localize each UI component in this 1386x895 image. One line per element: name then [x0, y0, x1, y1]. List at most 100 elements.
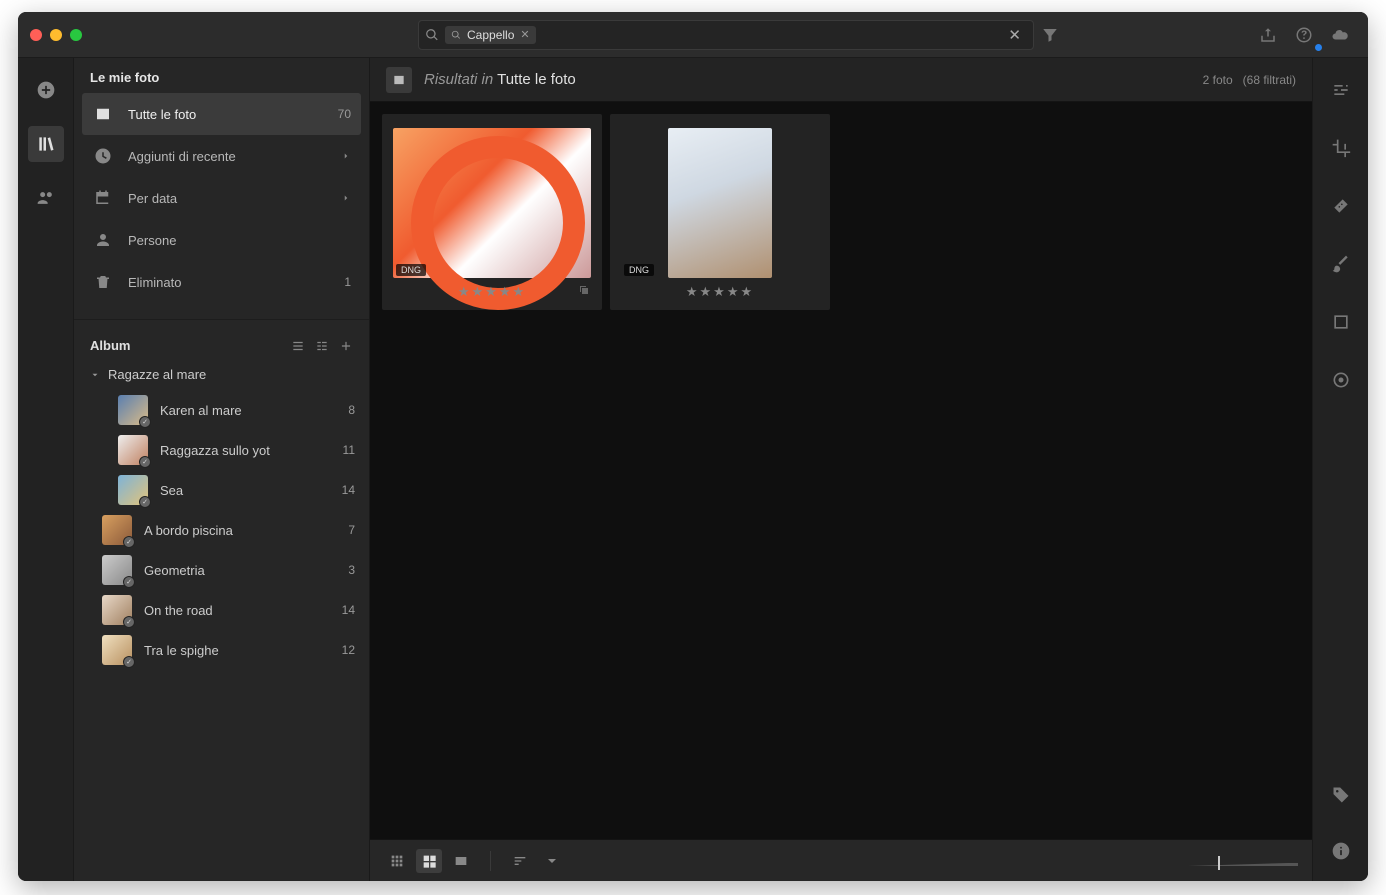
album-thumb: [118, 475, 148, 505]
synced-icon: [123, 656, 135, 668]
grid-large-icon: [421, 853, 437, 869]
sidebar: Le mie foto Tutte le foto 70 Aggiunti di…: [74, 58, 370, 881]
trash-icon: [94, 273, 112, 291]
album-item[interactable]: On the road 14: [74, 590, 369, 630]
album-label: Geometria: [144, 563, 205, 578]
list-view-icon[interactable]: [291, 339, 305, 353]
shared-tab[interactable]: [28, 180, 64, 216]
album-label: A bordo piscina: [144, 523, 233, 538]
people-icon: [36, 188, 56, 208]
format-badge: DNG: [624, 264, 654, 276]
close-window-button[interactable]: [30, 29, 42, 41]
album-item[interactable]: Raggazza sullo yot 11: [74, 430, 369, 470]
photos-icon: [94, 105, 112, 123]
album-thumb: [102, 595, 132, 625]
album-thumb: [118, 435, 148, 465]
nav-all-photos[interactable]: Tutte le foto 70: [82, 93, 361, 135]
divider: [74, 319, 369, 320]
right-rail: [1312, 58, 1368, 881]
photo-thumbnail: DNG: [620, 126, 820, 280]
left-rail: [18, 58, 74, 881]
brush-icon: [1331, 254, 1351, 274]
nav-label: Eliminato: [128, 275, 181, 290]
nav-label: Aggiunti di recente: [128, 149, 236, 164]
maximize-window-button[interactable]: [70, 29, 82, 41]
album-item[interactable]: Sea 14: [74, 470, 369, 510]
sidebar-title: Le mie foto: [74, 58, 369, 93]
synced-icon: [139, 496, 151, 508]
results-header: Risultati in Tutte le foto 2 foto (68 fi…: [370, 58, 1312, 102]
crop-panel-button[interactable]: [1323, 130, 1359, 166]
results-scope: Tutte le foto: [497, 71, 576, 88]
info-icon: [1331, 841, 1351, 861]
rating-stars[interactable]: ★★★★★: [686, 284, 754, 300]
nav-deleted[interactable]: Eliminato 1: [82, 261, 361, 303]
synced-icon: [139, 456, 151, 468]
synced-icon: [139, 416, 151, 428]
share-icon: [1259, 26, 1277, 44]
album-item[interactable]: A bordo piscina 7: [74, 510, 369, 550]
sort-icon: [512, 853, 528, 869]
album-folder[interactable]: Ragazze al mare: [74, 359, 369, 390]
view-squaregrid-button[interactable]: [416, 849, 442, 873]
album-count: 11: [343, 443, 355, 457]
album-item[interactable]: Geometria 3: [74, 550, 369, 590]
results-meta: 2 foto (68 filtrati): [1203, 73, 1296, 87]
main-panel: Risultati in Tutte le foto 2 foto (68 fi…: [370, 58, 1312, 881]
photo-card[interactable]: DNG ★★★★★: [382, 114, 602, 310]
library-icon: [36, 134, 56, 154]
album-label: Karen al mare: [160, 403, 242, 418]
album-count: 12: [342, 643, 355, 657]
results-prefix: Risultati in: [424, 71, 493, 88]
synced-icon: [123, 616, 135, 628]
nav-recent[interactable]: Aggiunti di recente: [82, 135, 361, 177]
filter-button[interactable]: [1034, 20, 1066, 50]
photo-thumbnail: DNG: [392, 126, 592, 280]
view-detail-button[interactable]: [448, 849, 474, 873]
clock-icon: [94, 147, 112, 165]
add-album-icon[interactable]: [339, 339, 353, 353]
rating-stars[interactable]: ★★★★★: [458, 284, 526, 300]
healing-panel-button[interactable]: [1323, 188, 1359, 224]
app-window: Cappello ✕ ✕: [18, 12, 1368, 881]
search-tag-pill[interactable]: Cappello ✕: [445, 26, 536, 44]
window-controls: [30, 29, 82, 41]
nav-label: Persone: [128, 233, 176, 248]
chevron-down-icon: [544, 853, 560, 869]
add-photos-button[interactable]: [28, 72, 64, 108]
album-item[interactable]: Tra le spighe 12: [74, 630, 369, 670]
remove-tag-icon[interactable]: ✕: [520, 28, 529, 41]
plus-circle-icon: [36, 80, 56, 100]
album-count: 14: [342, 603, 355, 617]
search-tag-label: Cappello: [467, 28, 514, 42]
brush-panel-button[interactable]: [1323, 246, 1359, 282]
nav-people[interactable]: Persone: [82, 219, 361, 261]
edit-panel-button[interactable]: [1323, 72, 1359, 108]
radial-gradient-button[interactable]: [1323, 362, 1359, 398]
info-button[interactable]: [1323, 833, 1359, 869]
linear-gradient-button[interactable]: [1323, 304, 1359, 340]
minimize-window-button[interactable]: [50, 29, 62, 41]
help-button[interactable]: [1288, 20, 1320, 50]
detail-view-icon[interactable]: [315, 339, 329, 353]
grid-small-icon: [389, 853, 405, 869]
nav-by-date[interactable]: Per data: [82, 177, 361, 219]
results-count: 2 foto: [1203, 73, 1233, 87]
library-tab[interactable]: [28, 126, 64, 162]
share-button[interactable]: [1252, 20, 1284, 50]
sort-menu-button[interactable]: [539, 849, 565, 873]
stack-icon[interactable]: [578, 284, 590, 299]
sort-button[interactable]: [507, 849, 533, 873]
view-photogrid-button[interactable]: [384, 849, 410, 873]
cloud-sync-button[interactable]: [1324, 20, 1356, 50]
album-thumb: [102, 555, 132, 585]
zoom-slider[interactable]: [1188, 852, 1298, 870]
format-badge: DNG: [396, 264, 426, 276]
search-box[interactable]: Cappello ✕ ✕: [418, 20, 1034, 50]
keywords-button[interactable]: [1323, 777, 1359, 813]
help-icon: [1295, 26, 1313, 44]
clear-search-button[interactable]: ✕: [1002, 26, 1027, 44]
single-icon: [453, 853, 469, 869]
photo-card[interactable]: DNG ★★★★★: [610, 114, 830, 310]
album-item[interactable]: Karen al mare 8: [74, 390, 369, 430]
